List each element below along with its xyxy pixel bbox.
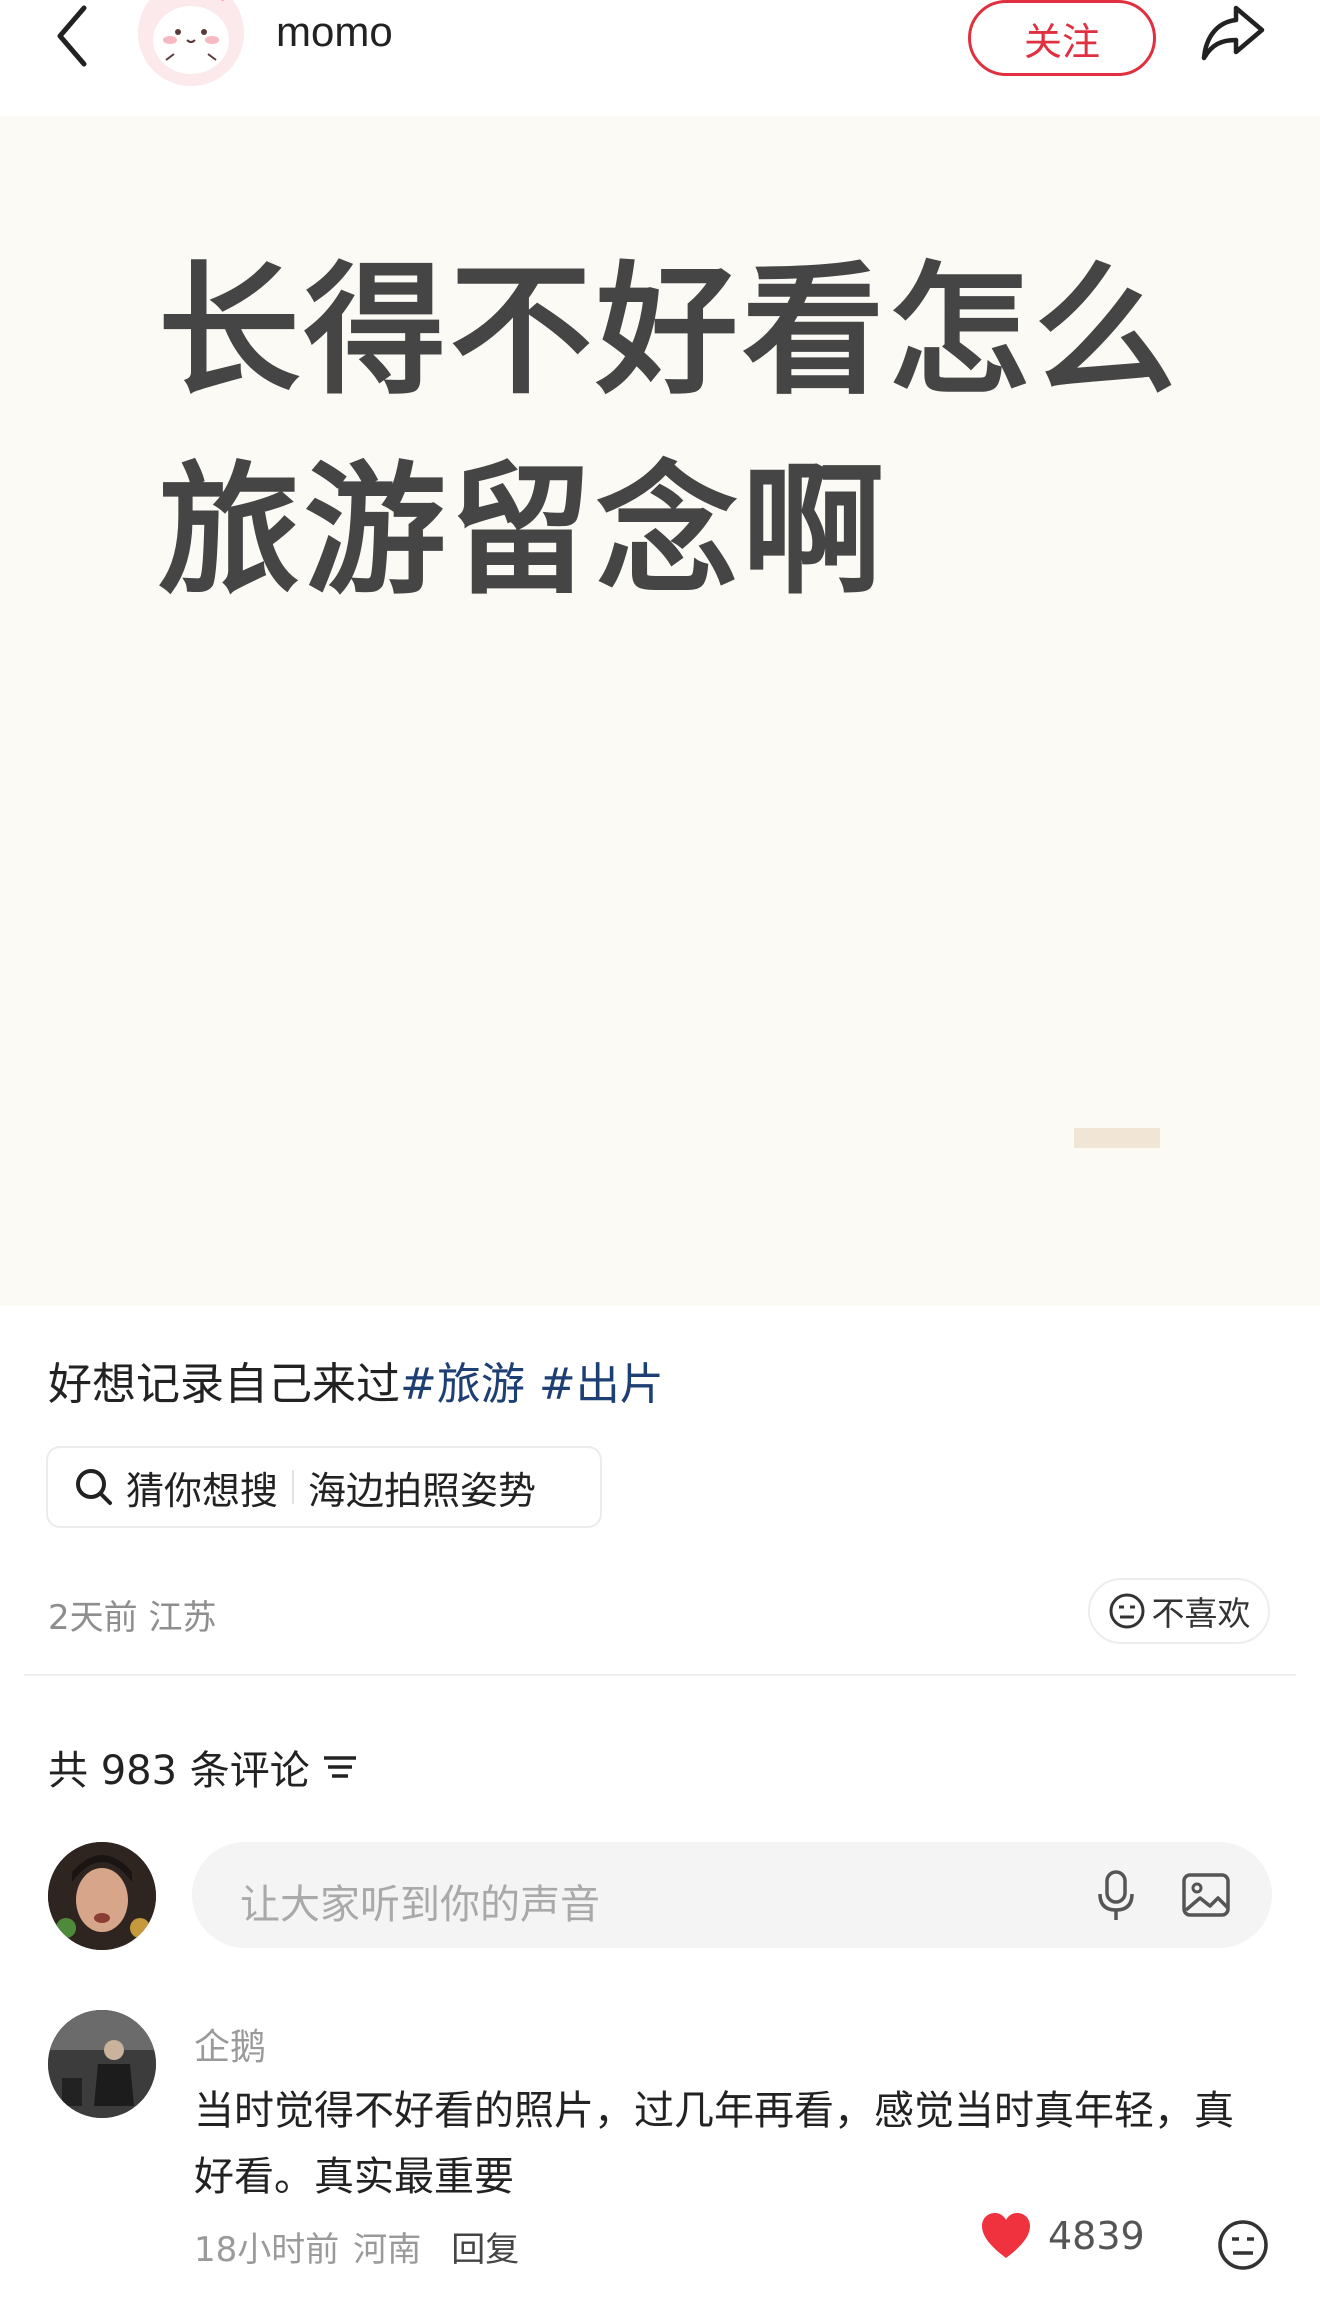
comment-count-header[interactable]: 共 983 条评论: [48, 1738, 360, 1796]
post-location: 江苏: [148, 1598, 217, 1638]
suggested-search[interactable]: 猜你想搜 海边拍照姿势: [46, 1446, 602, 1528]
commenter-name[interactable]: 企鹅: [194, 2018, 266, 2070]
decorative-dash: [1074, 1128, 1160, 1148]
share-icon: [1201, 5, 1265, 61]
cover-title-text: 长得不好看怎么旅游留念啊: [158, 249, 1180, 614]
comment-count-text: 共 983 条评论: [48, 1748, 310, 1794]
post-time: 2天前: [48, 1598, 138, 1638]
heart-icon: [982, 2213, 1030, 2258]
my-avatar: [48, 1842, 156, 1950]
post-cover-image[interactable]: 长得不好看怎么旅游留念啊: [0, 116, 1320, 1306]
comment-meta: 18小时前 河南 回复: [194, 2222, 519, 2271]
user-photo-icon: [48, 1842, 156, 1950]
comment-dislike-button[interactable]: [1216, 2218, 1270, 2272]
author-avatar[interactable]: [138, 0, 244, 86]
hashtag-travel[interactable]: #旅游: [400, 1359, 525, 1410]
chevron-left-icon: [57, 5, 87, 67]
dislike-label: 不喜欢: [1151, 1594, 1251, 1633]
divider: [292, 1470, 295, 1504]
sort-icon: [323, 1756, 356, 1778]
comment-like-count: 4839: [1048, 2214, 1145, 2258]
comment-like-button[interactable]: 4839: [980, 2212, 1145, 2260]
post-caption: 好想记录自己来过#旅游 #出片: [48, 1348, 664, 1412]
search-label: 猜你想搜: [126, 1468, 279, 1513]
hashtag-photogenic[interactable]: #出片: [539, 1359, 664, 1410]
comment-time: 18小时前: [194, 2230, 340, 2270]
comment-location: 河南: [353, 2230, 422, 2270]
comment-text[interactable]: 当时觉得不好看的照片，过几年再看，感觉当时真年轻，真好看。真实最重要: [194, 2078, 1234, 2210]
reply-button[interactable]: 回复: [451, 2222, 519, 2271]
cartoon-face-icon: [138, 0, 244, 86]
comment-input-placeholder: 让大家听到你的声音: [240, 1882, 600, 1928]
meh-face-icon: [1218, 2220, 1268, 2270]
search-icon: [76, 1469, 112, 1505]
top-bar: momo 关注: [0, 0, 1320, 116]
image-icon: [1182, 1873, 1230, 1917]
share-button[interactable]: [1196, 0, 1268, 68]
microphone-icon: [1098, 1870, 1134, 1920]
dislike-button[interactable]: 不喜欢: [1088, 1578, 1270, 1644]
image-upload-button[interactable]: [1178, 1866, 1234, 1924]
search-query: 海边拍照姿势: [308, 1468, 537, 1513]
post-meta: 2天前 江苏: [48, 1590, 216, 1639]
follow-button[interactable]: 关注: [968, 0, 1156, 76]
user-photo-icon: [48, 2010, 156, 2118]
author-username[interactable]: momo: [276, 8, 393, 56]
section-divider: [24, 1674, 1296, 1676]
voice-input-button[interactable]: [1088, 1866, 1144, 1924]
commenter-avatar[interactable]: [48, 2010, 156, 2118]
caption-text: 好想记录自己来过: [48, 1359, 400, 1410]
back-button[interactable]: [46, 0, 102, 72]
meh-face-icon: [1109, 1593, 1144, 1629]
comment-input[interactable]: 让大家听到你的声音: [192, 1842, 1272, 1948]
